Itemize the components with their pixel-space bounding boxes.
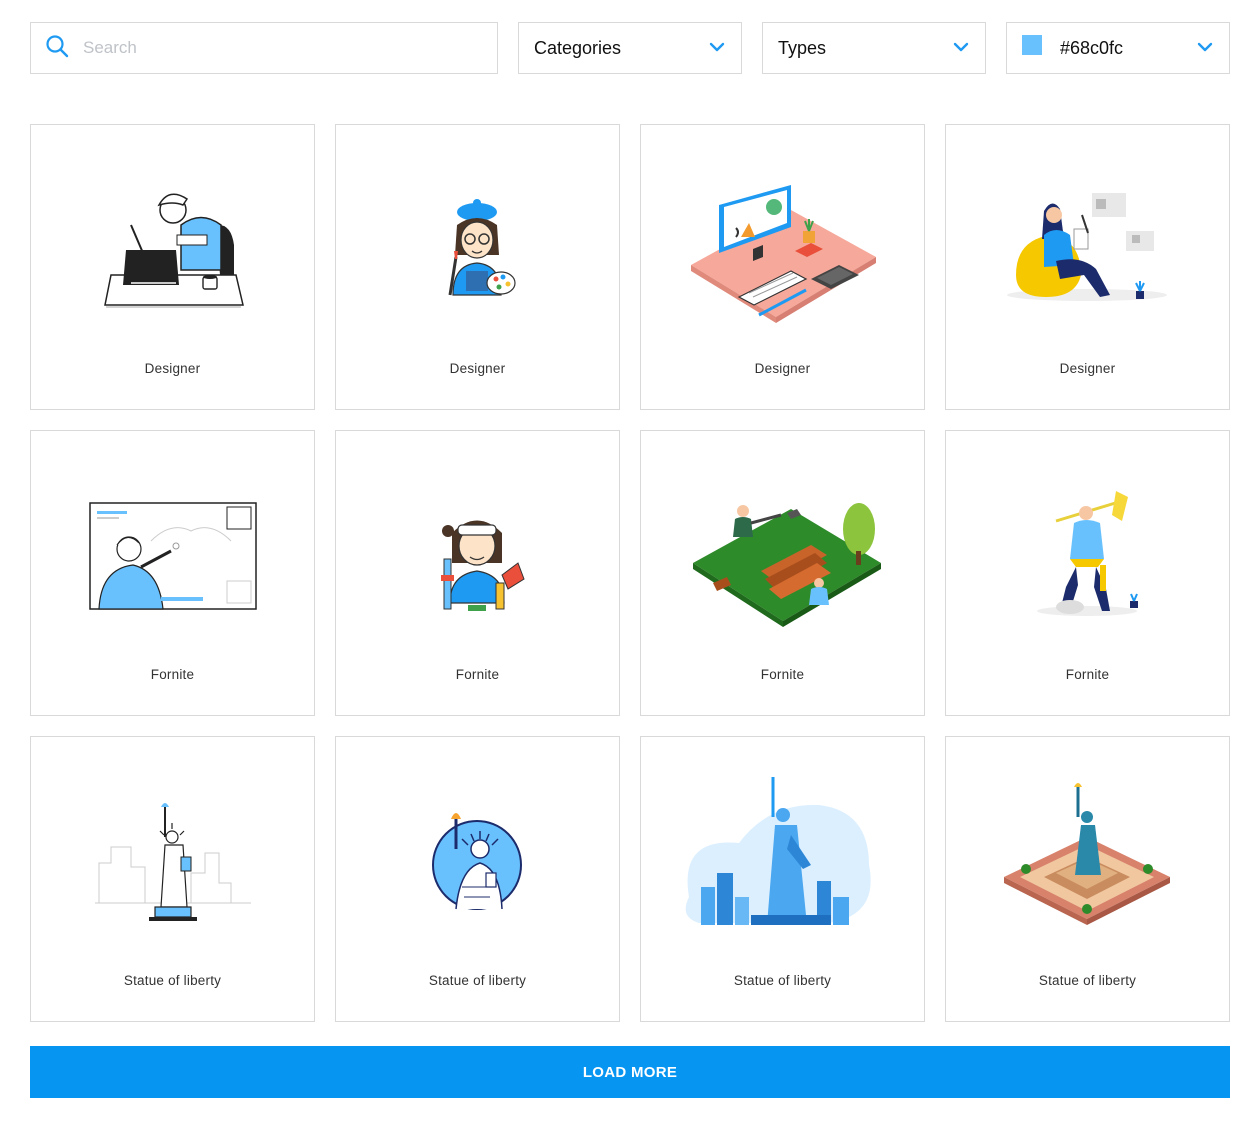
statue-of-liberty-line-illustration <box>95 803 251 921</box>
illustration-card[interactable]: Fornite <box>30 430 315 716</box>
illustration-card[interactable]: Fornite <box>640 430 925 716</box>
fornite-game-screen-illustration <box>89 502 257 610</box>
designer-beanbag-illustration <box>1007 193 1167 301</box>
color-swatch <box>1022 35 1042 55</box>
load-more-button[interactable]: LOAD MORE <box>30 1046 1230 1098</box>
illustration-card[interactable]: Fornite <box>335 430 620 716</box>
search-box[interactable] <box>30 22 498 74</box>
chevron-down-icon <box>953 39 969 57</box>
designer-avatar-illustration <box>448 199 516 296</box>
statue-of-liberty-badge-illustration <box>432 813 522 910</box>
categories-dropdown[interactable]: Categories <box>518 22 742 74</box>
fornite-avatar-illustration <box>441 520 525 611</box>
search-icon <box>45 34 69 63</box>
illustration-card[interactable]: Statue of liberty <box>335 736 620 1022</box>
color-label: #68c0fc <box>1060 37 1124 58</box>
designer-isometric-desk-illustration <box>691 185 876 323</box>
card-caption: Statue of liberty <box>123 973 222 988</box>
illustration-card[interactable]: Statue of liberty <box>30 736 315 1022</box>
statue-of-liberty-isometric-illustration <box>1004 783 1170 925</box>
designer-line-illustration <box>104 193 244 308</box>
card-caption: Fornite <box>1065 667 1110 682</box>
card-caption: Fornite <box>150 667 195 682</box>
card-caption: Fornite <box>760 667 805 682</box>
search-input[interactable] <box>83 38 483 58</box>
illustration-card[interactable]: Designer <box>945 124 1230 410</box>
illustration-card[interactable]: Statue of liberty <box>640 736 925 1022</box>
card-caption: Statue of liberty <box>733 973 832 988</box>
illustration-card[interactable]: Statue of liberty <box>945 736 1230 1022</box>
illustration-card[interactable]: Fornite <box>945 430 1230 716</box>
illustration-card[interactable]: Designer <box>335 124 620 410</box>
card-caption: Designer <box>754 361 811 376</box>
card-caption: Designer <box>144 361 201 376</box>
categories-label: Categories <box>534 37 622 58</box>
types-dropdown[interactable]: Types <box>762 22 986 74</box>
filter-bar: Categories Types #68c0fc <box>30 22 1230 74</box>
types-label: Types <box>778 37 827 58</box>
fornite-isometric-battle-illustration <box>693 503 881 627</box>
card-caption: Designer <box>1059 361 1116 376</box>
illustration-card[interactable]: Designer <box>30 124 315 410</box>
statue-of-liberty-skyline-illustration <box>685 777 871 925</box>
chevron-down-icon <box>1197 39 1213 57</box>
fornite-pickaxe-hero-illustration <box>1037 491 1138 616</box>
illustration-card[interactable]: Designer <box>640 124 925 410</box>
chevron-down-icon <box>709 39 725 57</box>
card-caption: Fornite <box>455 667 500 682</box>
card-caption: Designer <box>449 361 506 376</box>
color-dropdown[interactable]: #68c0fc <box>1006 22 1230 74</box>
card-caption: Statue of liberty <box>428 973 527 988</box>
card-caption: Statue of liberty <box>1038 973 1137 988</box>
